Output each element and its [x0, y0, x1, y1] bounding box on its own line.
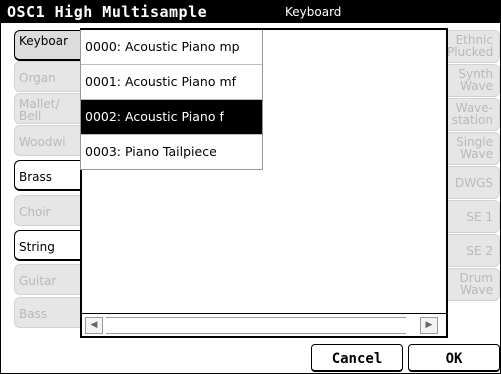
tab-organ[interactable]: Organ — [14, 61, 80, 92]
tab-bass[interactable]: Bass — [14, 297, 80, 328]
multisample-list[interactable]: 0000: Acoustic Piano mp 0001: Acoustic P… — [80, 30, 263, 170]
horizontal-scrollbar[interactable]: ◀ ▶ — [80, 313, 448, 338]
tab-label: SE 1 — [466, 210, 493, 224]
tab-mallet-bell[interactable]: Mallet/ Bell — [14, 93, 80, 124]
tab-label: Single Wave — [456, 135, 493, 161]
dialog-title: OSC1 High Multisample — [7, 3, 208, 21]
list-item-selected[interactable]: 0002: Acoustic Piano f — [81, 100, 262, 135]
ok-button[interactable]: OK — [408, 344, 500, 372]
tab-ethnic-plucked[interactable]: Ethnic Plucked — [442, 30, 500, 63]
tab-label: Mallet/ Bell — [19, 97, 60, 123]
tab-label: Synth Wave — [458, 67, 493, 93]
tab-label: Drum Wave — [459, 271, 493, 297]
tab-label: Choir — [19, 205, 51, 219]
tab-label: Woodwi — [19, 135, 66, 149]
tab-label: SE 2 — [466, 244, 493, 258]
tab-label: DWGS — [454, 176, 493, 190]
tab-dwgs[interactable]: DWGS — [442, 166, 500, 199]
tab-label: Wave- station — [451, 101, 493, 127]
tab-label: Ethnic Plucked — [447, 33, 494, 59]
tab-string[interactable]: String — [14, 230, 80, 261]
title-bar: OSC1 High Multisample Keyboard — [1, 1, 500, 23]
scroll-left-arrow-icon[interactable]: ◀ — [85, 317, 103, 334]
list-item[interactable]: 0003: Piano Tailpiece — [81, 135, 262, 169]
list-item[interactable]: 0001: Acoustic Piano mf — [81, 65, 262, 100]
scroll-right-arrow-icon[interactable]: ▶ — [420, 317, 438, 334]
tab-label: String — [19, 240, 55, 254]
tab-label: Organ — [19, 71, 56, 85]
tab-se-1[interactable]: SE 1 — [442, 200, 500, 233]
tab-label: Guitar — [19, 274, 57, 288]
tab-single-wave[interactable]: Single Wave — [442, 132, 500, 165]
tab-guitar[interactable]: Guitar — [14, 264, 80, 295]
tab-woodwind[interactable]: Woodwi — [14, 125, 80, 156]
category-label: Keyboard — [285, 5, 342, 19]
tab-label: Bass — [19, 307, 48, 321]
tab-se-2[interactable]: SE 2 — [442, 234, 500, 267]
tab-choir[interactable]: Choir — [14, 195, 80, 226]
list-item[interactable]: 0000: Acoustic Piano mp — [81, 30, 262, 65]
scroll-track[interactable] — [106, 317, 406, 334]
tab-label: Keyboar — [19, 34, 69, 48]
cancel-button[interactable]: Cancel — [311, 344, 403, 372]
tab-wave-station[interactable]: Wave- station — [442, 98, 500, 131]
tab-drum-wave[interactable]: Drum Wave — [442, 268, 500, 301]
tab-label: Brass — [19, 170, 53, 184]
tab-synth-wave[interactable]: Synth Wave — [442, 64, 500, 97]
tab-keyboard[interactable]: Keyboar — [14, 30, 80, 61]
tab-brass[interactable]: Brass — [14, 160, 80, 191]
